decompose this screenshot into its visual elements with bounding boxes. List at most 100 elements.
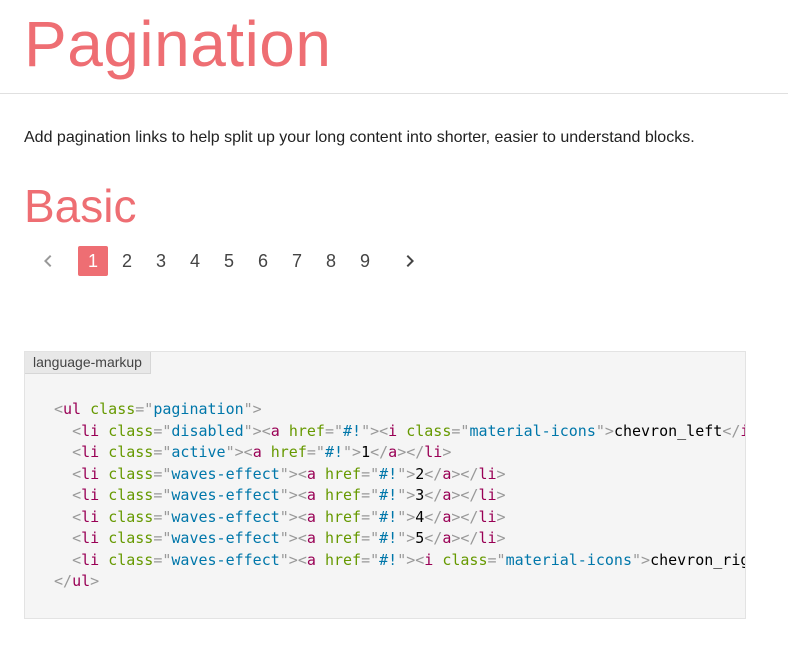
code-token: class — [90, 400, 136, 418]
code-token: =" — [361, 550, 380, 569]
code-token: =" — [153, 486, 172, 504]
code-token: "> — [343, 443, 362, 461]
code-token: li — [424, 443, 443, 461]
code-token: =" — [361, 529, 380, 547]
code-token: href — [324, 550, 362, 569]
code-token: waves-effect — [171, 550, 280, 569]
code-token: ></ — [397, 443, 425, 461]
code-token: class — [108, 486, 154, 504]
code-token: #! — [324, 443, 343, 461]
code-token: ></ — [451, 507, 479, 526]
code-token: ></ — [451, 486, 479, 504]
code-token: class — [406, 421, 452, 440]
code-token: </ — [424, 464, 443, 483]
code-token: > — [442, 443, 452, 461]
code-content: <ul class="pagination"> <li class="disab… — [54, 399, 745, 593]
code-token: class — [108, 421, 154, 440]
code-token: < — [72, 507, 82, 526]
code-token: a — [388, 443, 398, 461]
chevron-left-icon — [44, 255, 52, 267]
code-token: waves-effect — [171, 486, 280, 504]
code-line: <li class="waves-effect"><a href="#!">4<… — [54, 507, 745, 529]
prev-page-button[interactable] — [32, 246, 64, 276]
code-token: waves-effect — [171, 464, 280, 483]
code-line: <li class="waves-effect"><a href="#!">3<… — [54, 485, 745, 507]
code-token: > — [496, 529, 506, 547]
code-token: =" — [153, 421, 172, 440]
code-token: =" — [135, 400, 154, 418]
page-4-button[interactable]: 4 — [180, 246, 210, 276]
code-token: "> — [397, 486, 416, 504]
code-token: ">< — [397, 550, 425, 569]
code-token: a — [270, 421, 280, 440]
code-token: chevron_left — [613, 421, 723, 440]
code-token: class — [442, 550, 488, 569]
code-token: </ — [424, 507, 443, 526]
code-token: href — [288, 421, 325, 440]
code-token: waves-effect — [171, 507, 280, 526]
code-token: li — [478, 507, 497, 526]
code-token: ">< — [279, 486, 307, 504]
code-token: </ — [54, 572, 73, 590]
code-token: href — [324, 464, 362, 483]
code-token: href — [324, 486, 362, 504]
next-page-button[interactable] — [394, 246, 426, 276]
code-token: > — [496, 464, 506, 483]
code-token: i — [388, 421, 398, 440]
code-token: </ — [424, 529, 443, 547]
code-token: =" — [153, 529, 172, 547]
code-token: a — [306, 464, 316, 483]
page-5-button[interactable]: 5 — [214, 246, 244, 276]
code-token: "> — [397, 529, 416, 547]
page-2-button[interactable]: 2 — [112, 246, 142, 276]
code-token: < — [72, 464, 82, 483]
code-token: ">< — [279, 550, 307, 569]
code-token: ">< — [279, 464, 307, 483]
code-token: #! — [343, 421, 362, 440]
code-token: a — [306, 550, 316, 569]
code-token: 1 — [361, 443, 371, 461]
page-6-button[interactable]: 6 — [248, 246, 278, 276]
code-token: li — [81, 443, 100, 461]
page-7-button[interactable]: 7 — [282, 246, 312, 276]
code-token: chevron_right — [650, 550, 745, 569]
code-token: li — [81, 486, 100, 504]
page-8-button[interactable]: 8 — [316, 246, 346, 276]
code-token: < — [72, 421, 82, 440]
code-token: waves-effect — [171, 529, 280, 547]
page-9-button[interactable]: 9 — [350, 246, 380, 276]
code-token: =" — [153, 443, 172, 461]
code-token: ul — [72, 572, 91, 590]
code-token: active — [171, 443, 226, 461]
code-token: ">< — [243, 421, 271, 440]
code-token: href — [324, 529, 362, 547]
code-token: < — [72, 550, 82, 569]
page-title: Pagination — [24, 8, 332, 80]
page-1-button[interactable]: 1 — [78, 246, 108, 276]
code-token: #! — [379, 464, 398, 483]
header-divider — [0, 93, 788, 94]
code-token: "> — [243, 400, 262, 418]
code-token: class — [108, 507, 154, 526]
code-token: li — [478, 529, 497, 547]
code-token: ></ — [451, 529, 479, 547]
code-token: li — [81, 421, 100, 440]
code-token: href — [324, 507, 362, 526]
code-token: =" — [487, 550, 506, 569]
code-token: ">< — [279, 529, 307, 547]
code-token: #! — [379, 529, 398, 547]
code-token: ul — [63, 400, 82, 418]
page-3-button[interactable]: 3 — [146, 246, 176, 276]
code-token: =" — [324, 421, 343, 440]
code-token: li — [81, 529, 100, 547]
